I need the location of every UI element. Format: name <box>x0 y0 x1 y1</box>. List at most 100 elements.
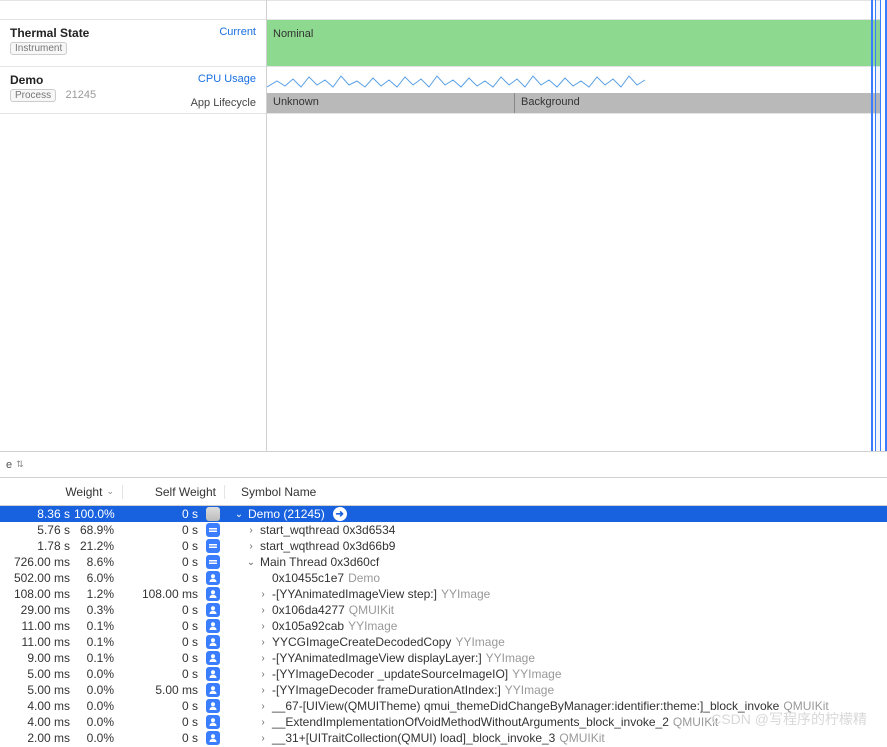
cell-self-weight: 5.00 ms <box>122 683 202 697</box>
filter-select-label: e <box>6 459 12 471</box>
cell-weight: 1.78 s <box>0 539 74 553</box>
cell-percent: 6.0% <box>74 571 122 585</box>
time-cursor[interactable] <box>871 0 873 451</box>
disclosure-right-icon[interactable]: › <box>258 653 268 664</box>
cell-symbol: ⌄Main Thread 0x3d60cf <box>224 555 887 569</box>
cell-percent: 8.6% <box>74 555 122 569</box>
table-row[interactable]: 4.00 ms0.0%0 s›__ExtendImplementationOfV… <box>0 714 887 730</box>
cell-weight: 4.00 ms <box>0 715 74 729</box>
table-row[interactable]: 5.00 ms0.0%0 s›-[YYImageDecoder _updateS… <box>0 666 887 682</box>
person-icon <box>206 587 220 601</box>
cell-weight: 4.00 ms <box>0 699 74 713</box>
disclosure-right-icon[interactable]: › <box>258 637 268 648</box>
table-row[interactable]: 11.00 ms0.1%0 s›0x105a92cab YYImage <box>0 618 887 634</box>
library-name: YYImage <box>441 587 490 601</box>
disclosure-right-icon[interactable]: › <box>246 541 256 552</box>
cell-self-weight: 0 s <box>122 699 202 713</box>
track-metric-label[interactable]: Current <box>219 26 256 38</box>
thread-icon <box>206 539 220 553</box>
cell-symbol: ›-[YYImageDecoder _updateSourceImageIO] … <box>224 667 887 681</box>
chevron-down-icon: ⌄ <box>106 486 114 497</box>
disclosure-down-icon[interactable]: ⌄ <box>246 557 256 568</box>
disclosure-right-icon[interactable]: › <box>258 621 268 632</box>
symbol-name: start_wqthread 0x3d6534 <box>260 523 395 537</box>
cell-self-weight: 0 s <box>122 539 202 553</box>
cell-self-weight: 0 s <box>122 731 202 745</box>
symbol-name: -[YYAnimatedImageView step:] <box>272 587 437 601</box>
table-row[interactable]: 11.00 ms0.1%0 s›YYCGImageCreateDecodedCo… <box>0 634 887 650</box>
cell-symbol: › start_wqthread 0x3d6534 <box>224 523 887 537</box>
cell-symbol: ›0x105a92cab YYImage <box>224 619 887 633</box>
cell-symbol: › -[YYAnimatedImageView step:] YYImage <box>224 587 887 601</box>
symbol-name: __31+[UITraitCollection(QMUI) load]_bloc… <box>272 731 555 745</box>
table-row[interactable]: 502.00 ms6.0%0 s0x10455c1e7 Demo <box>0 570 887 586</box>
library-name: YYImage <box>512 667 561 681</box>
person-icon <box>206 635 220 649</box>
cell-self-weight: 0 s <box>122 603 202 617</box>
header-self-weight[interactable]: Self Weight <box>122 485 224 499</box>
cell-weight: 726.00 ms <box>0 555 74 569</box>
disclosure-right-icon[interactable]: › <box>258 605 268 616</box>
process-pid: 21245 <box>65 89 96 101</box>
cell-self-weight: 108.00 ms <box>122 587 202 601</box>
timeline-panel[interactable]: Nominal Unknown Background <box>267 0 887 451</box>
disclosure-right-icon[interactable]: › <box>258 685 268 696</box>
person-icon <box>206 619 220 633</box>
track-header-demo[interactable]: Demo Process 21245 CPU Usage App Lifecyc… <box>0 67 266 114</box>
playhead-marker[interactable] <box>875 0 881 451</box>
disclosure-right-icon[interactable]: › <box>258 733 268 744</box>
table-row[interactable]: 108.00 ms1.2%108.00 ms›-[YYAnimatedImage… <box>0 586 887 602</box>
library-name: QMUIKit <box>559 731 604 745</box>
focus-icon[interactable]: ➜ <box>333 507 347 521</box>
cell-weight: 11.00 ms <box>0 619 74 633</box>
cell-percent: 21.2% <box>74 539 122 553</box>
library-name: YYImage <box>348 619 397 633</box>
lane-demo[interactable]: Unknown Background <box>267 67 881 114</box>
disclosure-right-icon[interactable]: › <box>258 701 268 712</box>
thermal-state-label: Nominal <box>267 20 881 40</box>
disclosure-right-icon[interactable]: › <box>246 525 256 536</box>
table-row[interactable]: 5.00 ms0.0%5.00 ms›-[YYImageDecoder fram… <box>0 682 887 698</box>
table-row[interactable]: 29.00 ms0.3%0 s›0x106da4277 QMUIKit <box>0 602 887 618</box>
cell-percent: 0.3% <box>74 603 122 617</box>
filter-bar[interactable]: e ⇅ <box>0 452 887 478</box>
table-row[interactable]: 8.36 s100.0%0 s⌄Demo (21245)➜ <box>0 506 887 522</box>
lifecycle-unknown: Unknown <box>267 93 515 113</box>
symbol-name: -[YYImageDecoder _updateSourceImageIO] <box>272 667 508 681</box>
disclosure-right-icon[interactable]: › <box>258 669 268 680</box>
table-row[interactable]: 2.00 ms0.0%0 s›__31+[UITraitCollection(Q… <box>0 730 887 746</box>
track-metric-cpu[interactable]: CPU Usage <box>198 73 256 85</box>
cell-percent: 0.0% <box>74 715 122 729</box>
process-badge: Process <box>10 89 56 102</box>
cell-symbol: 0x10455c1e7 Demo <box>224 571 887 585</box>
disclosure-down-icon[interactable]: ⌄ <box>234 509 244 520</box>
instrument-badge: Instrument <box>10 42 67 55</box>
lane-thermal[interactable]: Nominal <box>267 20 881 67</box>
cell-percent: 0.0% <box>74 683 122 697</box>
track-header-blank <box>0 0 266 20</box>
header-weight[interactable]: Weight ⌄ <box>0 485 122 499</box>
table-row[interactable]: 4.00 ms0.0%0 s›__67-[UIView(QMUITheme) q… <box>0 698 887 714</box>
track-title: Demo <box>10 73 43 87</box>
cell-percent: 0.1% <box>74 651 122 665</box>
table-row[interactable]: 5.76 s68.9%0 s›start_wqthread 0x3d6534 <box>0 522 887 538</box>
symbol-name: YYCGImageCreateDecodedCopy <box>272 635 451 649</box>
table-row[interactable]: 1.78 s21.2%0 s ›start_wqthread 0x3d66b9 <box>0 538 887 554</box>
call-tree-table[interactable]: 8.36 s100.0%0 s⌄Demo (21245)➜5.76 s68.9%… <box>0 506 887 746</box>
cell-symbol: ›__ExtendImplementationOfVoidMethodWitho… <box>224 715 887 729</box>
track-header-thermal[interactable]: Thermal State Instrument Current <box>0 20 266 67</box>
cell-percent: 0.1% <box>74 619 122 633</box>
app-icon <box>206 507 220 521</box>
person-icon <box>206 603 220 617</box>
cell-symbol: ›YYCGImageCreateDecodedCopy YYImage <box>224 635 887 649</box>
table-header: Weight ⌄ Self Weight Symbol Name <box>0 478 887 506</box>
disclosure-right-icon[interactable]: › <box>258 717 268 728</box>
cell-symbol: › __31+[UITraitCollection(QMUI) load]_blo… <box>224 731 887 745</box>
cell-symbol: ›start_wqthread 0x3d66b9 <box>224 539 887 553</box>
library-name: QMUIKit <box>783 699 828 713</box>
table-row[interactable]: 9.00 ms0.1%0 s›-[YYAnimatedImageView dis… <box>0 650 887 666</box>
header-symbol[interactable]: Symbol Name <box>224 485 887 499</box>
track-metric-lifecycle[interactable]: App Lifecycle <box>191 97 256 109</box>
disclosure-right-icon[interactable]: › <box>258 589 268 600</box>
table-row[interactable]: 726.00 ms8.6%0 s⌄Main Thread 0x3d60cf <box>0 554 887 570</box>
